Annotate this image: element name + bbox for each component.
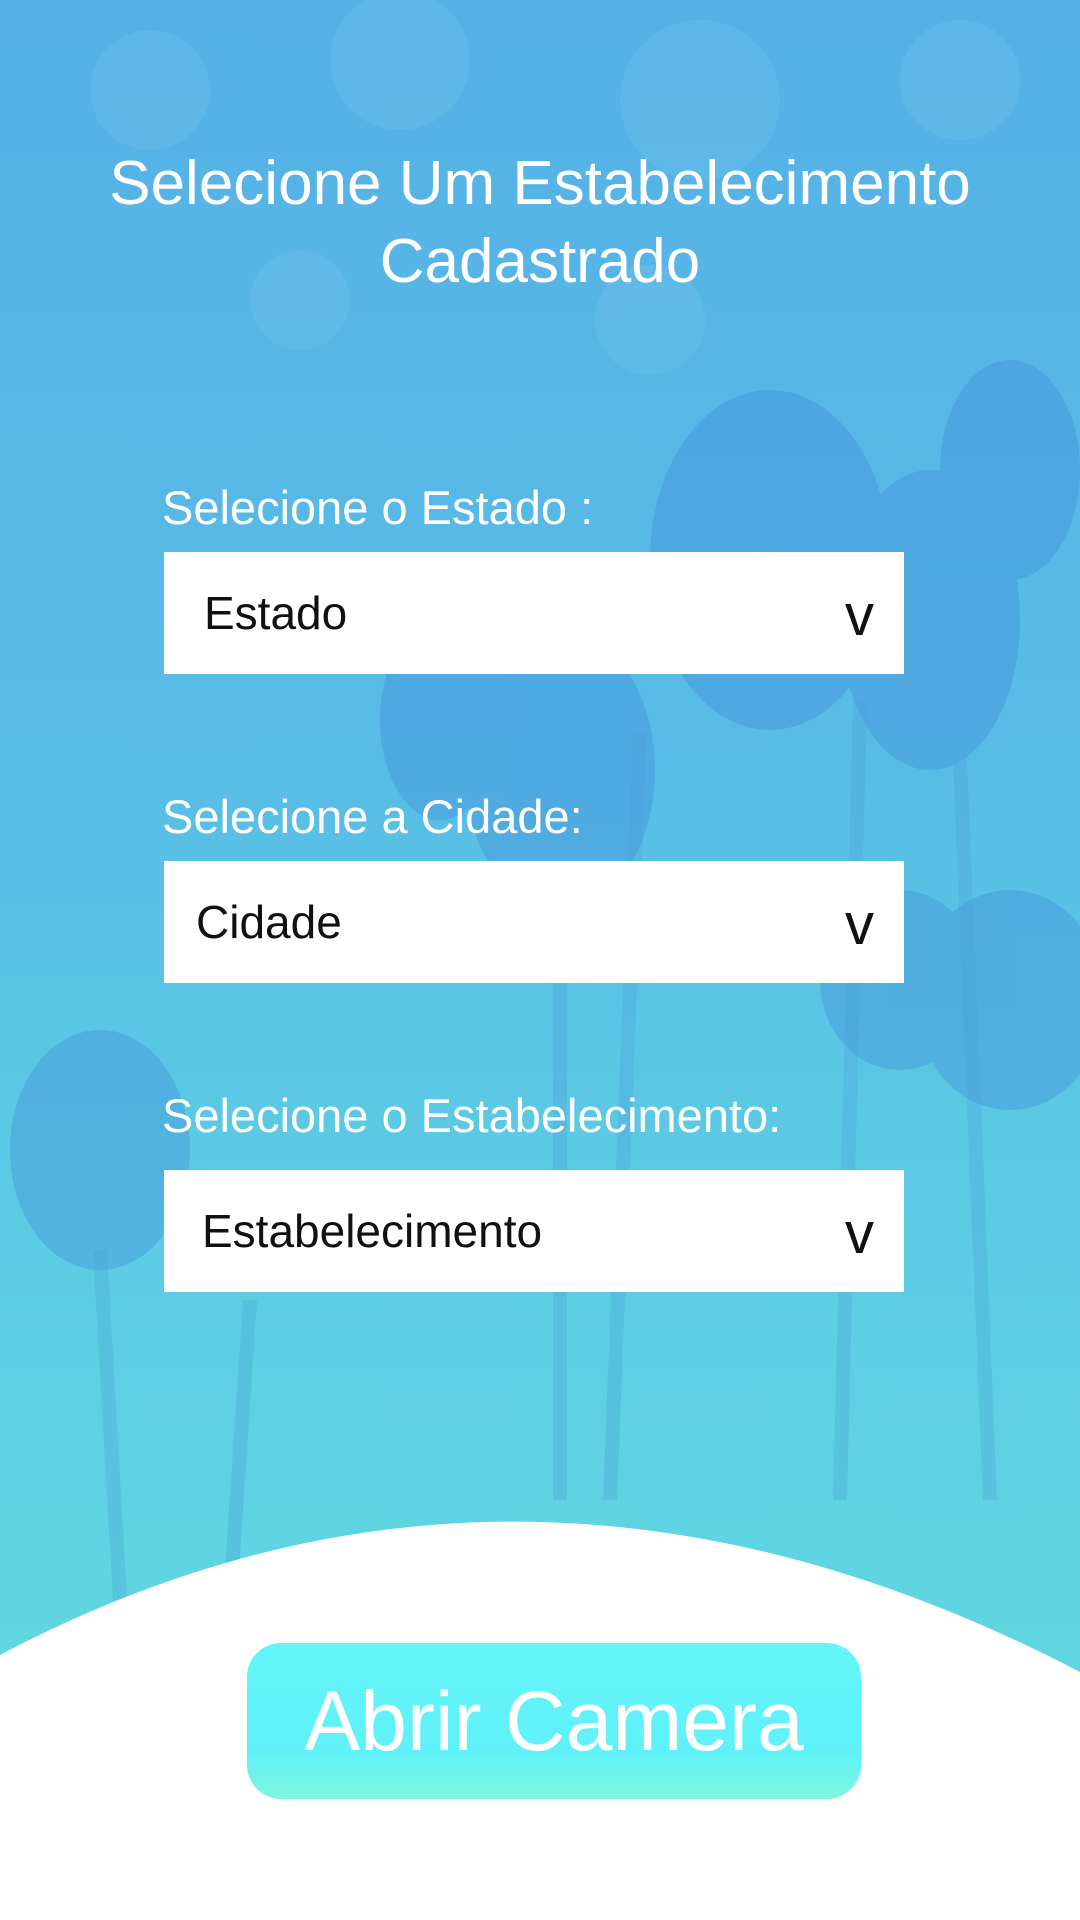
cidade-select-value: Cidade xyxy=(196,896,342,948)
open-camera-button[interactable]: Abrir Camera xyxy=(247,1643,861,1799)
page-title-line1: Selecione Um Estabelecimento xyxy=(109,149,971,218)
estabelecimento-select-value: Estabelecimento xyxy=(202,1205,543,1257)
chevron-down-icon: v xyxy=(845,1201,874,1266)
estabelecimento-select[interactable]: Estabelecimento v xyxy=(164,1170,904,1292)
chevron-down-icon: v xyxy=(845,583,874,648)
cidade-label: Selecione a Cidade: xyxy=(162,790,583,843)
estado-label: Selecione o Estado : xyxy=(162,481,594,534)
page-title-line2: Cadastrado xyxy=(379,227,701,296)
page-title: Selecione Um Estabelecimento Cadastrado xyxy=(0,145,1080,301)
estado-select-value: Estado xyxy=(204,587,348,639)
estado-select[interactable]: Estado v xyxy=(164,552,904,674)
cidade-select[interactable]: Cidade v xyxy=(164,861,904,983)
chevron-down-icon: v xyxy=(845,892,874,957)
screen: Selecione Um Estabelecimento Cadastrado … xyxy=(0,0,1080,1920)
estabelecimento-label: Selecione o Estabelecimento: xyxy=(162,1089,782,1142)
